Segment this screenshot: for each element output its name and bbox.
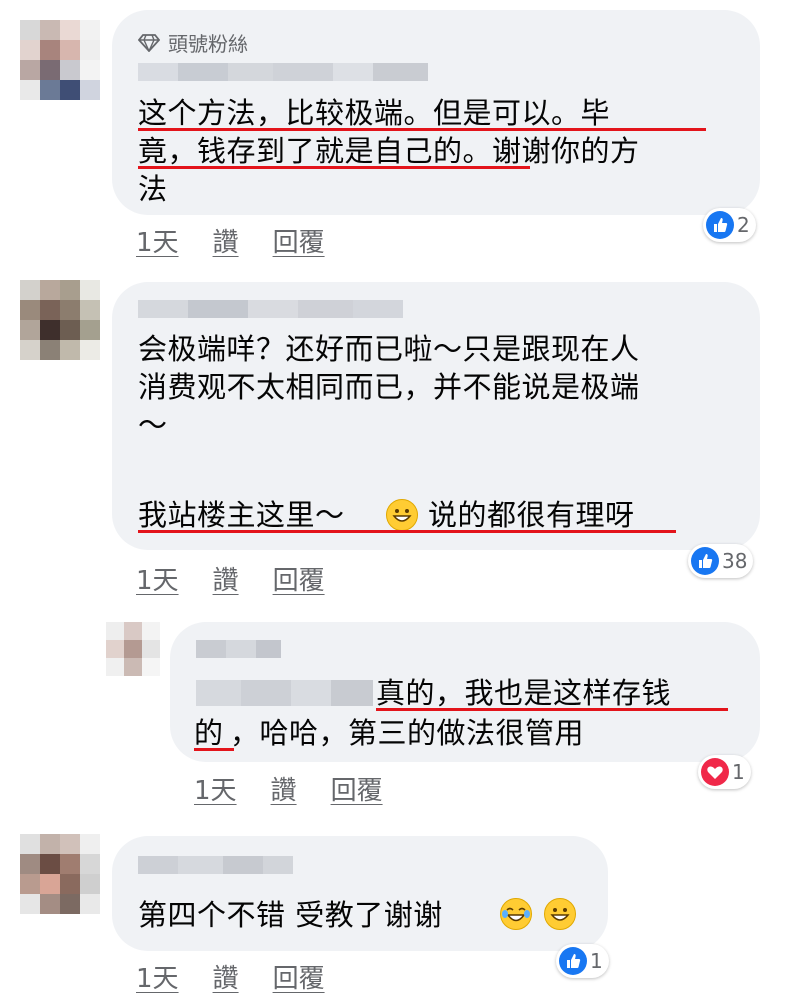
commenter-name[interactable] [196, 640, 281, 658]
highlight-underline [194, 748, 234, 751]
reaction-count[interactable]: 1 [698, 755, 751, 789]
comment-text-line: 这个方法，比较极端。但是可以。毕 [138, 96, 611, 130]
highlight-underline [138, 530, 676, 533]
avatar[interactable] [20, 280, 100, 360]
mentioned-name[interactable] [196, 680, 373, 706]
highlight-underline [376, 708, 728, 711]
comment-text-line: 竟，钱存到了就是自己的。谢谢你的方 [138, 134, 640, 168]
comment-text-line: 会极端咩？还好而已啦～只是跟现在人 [138, 332, 640, 366]
comment-actions: 1天 讚 回覆 [194, 770, 383, 807]
timestamp-link[interactable]: 1天 [136, 222, 179, 259]
reaction-count[interactable]: 1 [556, 944, 609, 978]
commenter-name[interactable] [138, 856, 293, 874]
diamond-icon [138, 33, 160, 52]
reaction-count[interactable]: 2 [703, 208, 756, 242]
like-button[interactable]: 讚 [213, 560, 239, 597]
reply-button[interactable]: 回覆 [331, 770, 383, 807]
commenter-name[interactable] [138, 300, 403, 318]
comment-text-line: 我站楼主这里～ [138, 498, 345, 532]
highlight-underline [138, 128, 706, 131]
avatar[interactable] [20, 834, 100, 914]
timestamp-link[interactable]: 1天 [136, 958, 179, 995]
comment-text-line: 消费观不太相同而已，并不能说是极端 [138, 370, 640, 404]
comment-actions: 1天 讚 回覆 [136, 560, 325, 597]
timestamp-link[interactable]: 1天 [136, 560, 179, 597]
like-button[interactable]: 讚 [213, 958, 239, 995]
reply-button[interactable]: 回覆 [273, 958, 325, 995]
commenter-name[interactable] [138, 63, 428, 81]
timestamp-link[interactable]: 1天 [194, 770, 237, 807]
comment-text-line: 真的，我也是这样存钱 [376, 676, 672, 710]
comment-text-line: 的 [194, 716, 224, 750]
tears-of-joy-emoji [500, 898, 532, 930]
comment-text-line: ～ [138, 408, 168, 442]
comment-text-line: 第四个不错 受教了谢谢 [138, 898, 443, 932]
highlight-underline [138, 166, 530, 169]
love-icon [701, 758, 729, 786]
avatar[interactable] [106, 622, 160, 676]
comment-text-line: 法 [138, 172, 168, 206]
reply-button[interactable]: 回覆 [273, 222, 325, 259]
comment-text-line: ，哈哈，第三的做法很管用 [230, 716, 585, 750]
avatar[interactable] [20, 20, 100, 100]
reply-button[interactable]: 回覆 [273, 560, 325, 597]
comment-bubble [112, 836, 608, 951]
like-icon [691, 547, 719, 575]
like-button[interactable]: 讚 [213, 222, 239, 259]
comment-actions: 1天 讚 回覆 [136, 958, 325, 995]
grin-emoji [544, 898, 576, 930]
grin-emoji [386, 499, 418, 531]
like-icon [559, 947, 587, 975]
comment-actions: 1天 讚 回覆 [136, 222, 325, 259]
like-button[interactable]: 讚 [271, 770, 297, 807]
like-icon [706, 211, 734, 239]
comment-text-line: 说的都很有理呀 [428, 498, 635, 532]
reaction-count[interactable]: 38 [688, 544, 754, 578]
top-fan-badge: 頭號粉絲 [138, 28, 248, 57]
